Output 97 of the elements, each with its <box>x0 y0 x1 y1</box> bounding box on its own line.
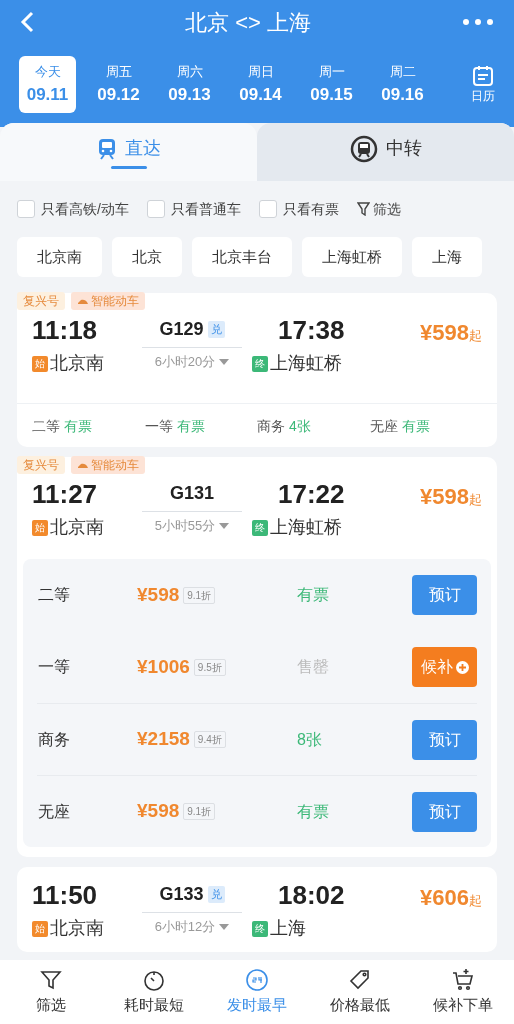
station-chip[interactable]: 上海虹桥 <box>302 237 402 277</box>
train-icon <box>77 461 89 469</box>
origin-badge: 始 <box>32 355 48 372</box>
origin-station: 北京南 <box>50 917 104 940</box>
discount-badge: 9.5折 <box>193 658 226 676</box>
duration: 5小时55分 <box>154 517 216 535</box>
redeem-badge: 兑 <box>207 886 225 903</box>
departure-time: 11:27 <box>32 478 99 511</box>
seat-price: ¥598 <box>137 799 180 824</box>
seat-availability: 售罄 <box>297 657 330 677</box>
destination-station: 上海虹桥 <box>270 516 342 539</box>
duration: 6小时12分 <box>154 918 216 936</box>
seat-class: 商务 <box>37 729 71 750</box>
cart-icon <box>450 967 475 992</box>
arrival-time: 17:22 <box>277 478 346 511</box>
route-tab[interactable]: 中转 <box>257 123 514 181</box>
plus-icon <box>455 660 469 674</box>
origin-station: 北京南 <box>50 516 104 539</box>
checkbox[interactable] <box>17 200 35 218</box>
train-icon <box>96 137 117 160</box>
filter-option[interactable]: 只看普通车 <box>170 198 241 220</box>
price: ¥598 <box>420 319 469 347</box>
destination-station: 上海 <box>270 917 306 940</box>
train-number: G129 <box>159 318 204 341</box>
seat-price: ¥598 <box>137 582 180 607</box>
price: ¥606 <box>420 884 469 912</box>
price: ¥598 <box>420 483 469 511</box>
seat-class: 无座 <box>37 801 71 822</box>
price-suffix: 起 <box>469 492 482 509</box>
smart-train-tag: 智能动车 <box>71 456 145 474</box>
dropdown-caret-icon <box>219 358 230 365</box>
redeem-badge: 兑 <box>207 321 225 338</box>
seat-availability: 8张 <box>297 729 323 750</box>
station-chip[interactable]: 北京丰台 <box>192 237 292 277</box>
transfer-train-icon <box>349 134 378 163</box>
route-title: 北京 <> 上海 <box>184 8 312 37</box>
dropdown-caret-icon <box>219 923 230 930</box>
filter-option[interactable]: 只看有票 <box>282 198 339 220</box>
discount-badge: 9.1折 <box>183 586 216 604</box>
origin-badge: 始 <box>32 920 48 937</box>
discount-badge: 9.4折 <box>193 731 226 748</box>
seat-availability: 4张 <box>289 417 311 436</box>
price-tag-icon <box>347 967 372 992</box>
calendar-icon <box>472 64 494 87</box>
seat-availability: 有票 <box>297 801 330 822</box>
seat-availability: 有票 <box>176 417 205 436</box>
filter-icon <box>356 202 370 216</box>
price-suffix: 起 <box>469 328 482 345</box>
seat-availability: 有票 <box>401 417 430 436</box>
train-card[interactable]: 11:50 始 北京南 G133 兑 6小时12分 18:02 终 上海 ¥606起 <box>17 867 497 952</box>
seat-availability: 有票 <box>64 417 92 436</box>
train-card[interactable]: 复兴号 智能动车 11:18 始 北京南 G129 兑 6小时20分 17:38 终 上海虹桥 ¥598起 二等 有票 一等 有票 商务 4张 无座 有票 <box>17 293 497 447</box>
seat-class: 二等 <box>37 585 71 605</box>
arrival-time: 17:38 <box>277 314 346 347</box>
origin-station: 北京南 <box>50 352 104 375</box>
clock-icon <box>245 967 269 992</box>
train-type-tag: 复兴号 <box>17 456 65 474</box>
train-type-tag: 复兴号 <box>17 292 65 310</box>
more-icon[interactable] <box>462 18 494 26</box>
seat-class: 一等 <box>37 657 71 677</box>
seat-availability: 有票 <box>297 585 330 605</box>
terminal-badge: 终 <box>252 355 268 372</box>
back-icon[interactable] <box>20 11 34 33</box>
checkbox[interactable] <box>146 200 165 218</box>
filter-button[interactable]: 筛选 <box>356 198 401 220</box>
seat-class: 商务 <box>257 417 285 436</box>
bottom-nav-item[interactable]: 筛选 <box>0 967 103 1017</box>
seat-class: 二等 <box>32 417 60 436</box>
arrival-time: 18:02 <box>277 879 346 912</box>
price-suffix: 起 <box>469 893 482 910</box>
smart-train-tag: 智能动车 <box>71 292 145 310</box>
train-number: G131 <box>169 482 214 505</box>
terminal-badge: 终 <box>252 519 268 536</box>
station-chip[interactable]: 上海 <box>412 237 482 277</box>
date-tab[interactable]: 今天 09.11 <box>19 56 76 113</box>
departure-time: 11:50 <box>32 879 99 912</box>
station-chip[interactable]: 北京南 <box>17 237 102 277</box>
terminal-badge: 终 <box>252 920 268 937</box>
discount-badge: 9.1折 <box>183 803 216 820</box>
bottom-nav-item[interactable]: 价格最低 <box>308 967 412 1017</box>
seat-price: ¥2158 <box>137 727 190 752</box>
seat-class: 无座 <box>369 417 398 436</box>
station-chip[interactable]: 北京 <box>112 237 182 277</box>
train-number: G133 <box>159 883 204 906</box>
train-icon <box>77 297 89 305</box>
seat-price: ¥1006 <box>137 654 190 679</box>
bottom-nav-item[interactable]: 候补下单 <box>411 967 514 1017</box>
filter-option[interactable]: 只看高铁/动车 <box>41 198 129 220</box>
bottom-nav-item[interactable]: 耗时最短 <box>102 967 206 1017</box>
dropdown-caret-icon <box>219 522 230 529</box>
departure-time: 11:18 <box>32 314 99 347</box>
seat-class: 一等 <box>144 417 173 436</box>
checkbox[interactable] <box>258 200 277 218</box>
destination-station: 上海虹桥 <box>270 352 342 375</box>
bottom-nav-item[interactable]: 发时最早 <box>205 967 309 1017</box>
origin-badge: 始 <box>32 519 48 536</box>
duration: 6小时20分 <box>154 353 216 371</box>
